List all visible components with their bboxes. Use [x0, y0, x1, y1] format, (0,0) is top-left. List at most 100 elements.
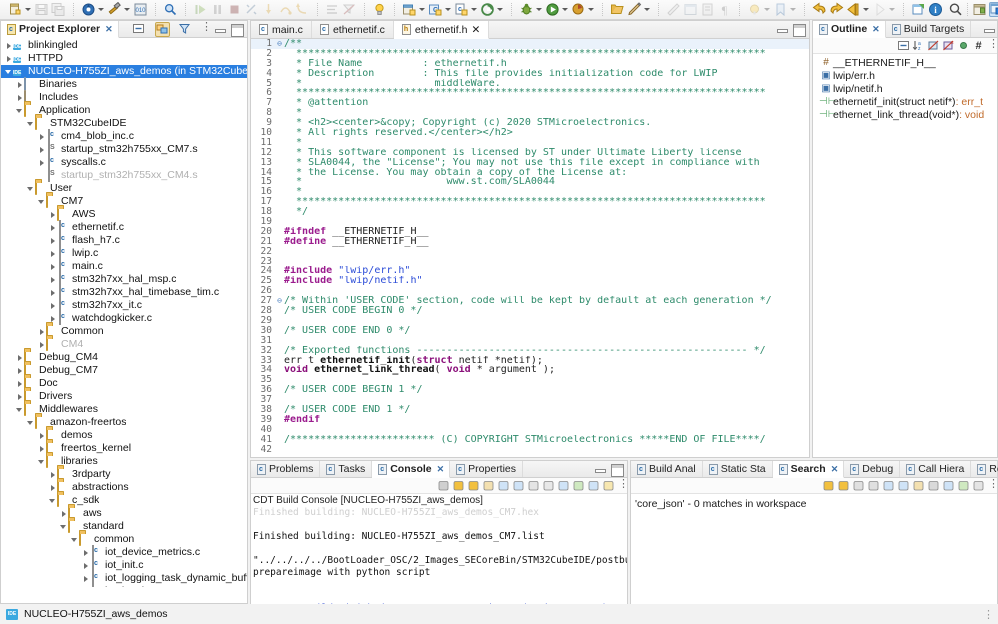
hide-static-icon[interactable]: s	[942, 39, 956, 53]
tree-item[interactable]: iot_logging_task_dynamic_buffers.c	[1, 571, 247, 585]
tab-build-anal[interactable]: Build Anal	[631, 461, 703, 477]
git-icon[interactable]	[480, 2, 495, 17]
tab-problems[interactable]: Problems	[251, 461, 321, 477]
tab-properties[interactable]: Properties	[450, 461, 524, 477]
editor-tab-ethernetif-c[interactable]: ethernetif.c	[312, 21, 394, 38]
outline-item[interactable]: # __ETHERNETIF_H__	[813, 56, 997, 69]
tree-item[interactable]: aws	[1, 506, 247, 520]
profile-icon[interactable]	[571, 2, 586, 17]
close-icon[interactable]: ✕	[872, 24, 879, 35]
outline-list[interactable]: # __ETHERNETIF_H__ ▣ lwip/err.h ▣ lwip/netif.…	[813, 54, 997, 456]
chevron-right-icon[interactable]	[4, 39, 13, 52]
view-menu-icon[interactable]	[987, 37, 998, 53]
collapse-all-icon[interactable]	[897, 479, 911, 493]
open-console-icon[interactable]	[602, 479, 616, 493]
tab-debug[interactable]: Debug	[844, 461, 901, 477]
tree-item[interactable]: Binaries	[1, 77, 247, 91]
outline-item[interactable]: ▣ lwip/err.h	[813, 69, 997, 82]
search-results[interactable]: 'core_json' - 0 matches in workspace	[631, 494, 997, 611]
chevron-down-icon[interactable]	[26, 117, 35, 130]
tree-item[interactable]: IDE HTTPD	[1, 52, 247, 65]
chevron-right-icon[interactable]	[81, 546, 90, 559]
tab-call-hiera[interactable]: Call Hiera	[900, 461, 972, 477]
tab-remote-s[interactable]: Remote S	[971, 461, 998, 477]
tree-item[interactable]: ethernetif.c	[1, 220, 247, 234]
chevron-right-icon[interactable]	[48, 273, 57, 286]
display-console-icon[interactable]	[587, 479, 601, 493]
tree-item[interactable]: Debug_CM4	[1, 350, 247, 364]
info-icon[interactable]: i	[928, 2, 943, 17]
chevron-right-icon[interactable]	[81, 585, 90, 587]
tree-item[interactable]: Drivers	[1, 389, 247, 403]
run-search-icon[interactable]	[912, 479, 926, 493]
remove-console-icon[interactable]	[542, 479, 556, 493]
chevron-right-icon[interactable]	[37, 338, 46, 351]
tree-item[interactable]: lwip.c	[1, 246, 247, 260]
tree-item[interactable]: flash_h7.c	[1, 233, 247, 247]
scroll-lock-icon[interactable]	[482, 479, 496, 493]
tree-item[interactable]: amazon-freertos	[1, 415, 247, 429]
chevron-down-icon[interactable]	[26, 416, 35, 429]
new-c-file-icon[interactable]: c	[454, 2, 469, 17]
chevron-right-icon[interactable]	[37, 325, 46, 338]
chevron-right-icon[interactable]	[37, 429, 46, 442]
wrap-icon[interactable]	[527, 479, 541, 493]
tree-item[interactable]: stm32h7xx_hal_timebase_tim.c	[1, 285, 247, 299]
tab-build-targets[interactable]: Build Targets	[886, 21, 972, 37]
chevron-right-icon[interactable]	[48, 286, 57, 299]
link-with-editor-icon[interactable]	[155, 21, 170, 37]
hammer-icon[interactable]	[107, 2, 122, 17]
chevron-right-icon[interactable]	[15, 351, 24, 364]
minimize-button[interactable]	[776, 24, 788, 35]
console-output[interactable]: CDT Build Console [NUCLEO-H755ZI_aws_dem…	[251, 494, 627, 611]
view-menu-icon[interactable]	[200, 20, 212, 36]
chevron-right-icon[interactable]	[15, 377, 24, 390]
hide-fields-icon[interactable]	[927, 39, 941, 53]
hide-macros-icon[interactable]: #	[972, 39, 986, 53]
perspective-cdt-icon[interactable]	[989, 2, 998, 17]
tree-item[interactable]: iot_device_metrics.c	[1, 545, 247, 559]
chevron-right-icon[interactable]	[81, 559, 90, 572]
perspective-open-icon[interactable]	[972, 2, 987, 17]
new-window-icon[interactable]	[911, 2, 926, 17]
view-menu-icon[interactable]	[617, 477, 629, 493]
chevron-down-icon[interactable]	[418, 2, 425, 17]
chevron-down-icon[interactable]	[561, 2, 568, 17]
maximize-button[interactable]	[793, 24, 806, 37]
code-area[interactable]: 1 ⊖/** 2 *********************************…	[251, 39, 809, 457]
chevron-right-icon[interactable]	[48, 208, 57, 221]
pin-search-icon[interactable]	[957, 479, 971, 493]
resize-grip-icon[interactable]: ⋮	[983, 608, 994, 621]
pin-console-icon[interactable]	[512, 479, 526, 493]
collapse-all-icon[interactable]	[132, 22, 147, 37]
chevron-down-icon[interactable]	[26, 182, 35, 195]
tab-console[interactable]: Console ✕	[372, 461, 451, 478]
chevron-right-icon[interactable]	[15, 78, 24, 91]
chevron-right-icon[interactable]	[15, 364, 24, 377]
remove-match-icon[interactable]	[852, 479, 866, 493]
editor-tab-main-c[interactable]: main.c	[251, 21, 312, 38]
minimize-button[interactable]	[983, 24, 996, 35]
sort-icon[interactable]: az	[912, 39, 926, 53]
chevron-down-icon[interactable]	[470, 2, 477, 17]
chevron-right-icon[interactable]	[48, 247, 57, 260]
tree-item[interactable]: standard	[1, 519, 247, 533]
chevron-down-icon[interactable]	[4, 65, 13, 78]
chevron-down-icon[interactable]	[444, 2, 451, 17]
tree-item[interactable]: demos	[1, 428, 247, 442]
outline-item[interactable]: ⊣⊢ ethernet_link_thread(void*) : void	[813, 108, 997, 121]
chevron-right-icon[interactable]	[48, 221, 57, 234]
remove-all-matches-icon[interactable]	[867, 479, 881, 493]
tree-item[interactable]: AWS	[1, 207, 247, 221]
new-c-project-icon[interactable]	[402, 2, 417, 17]
tree-item[interactable]: Debug_CM7	[1, 363, 247, 377]
chevron-right-icon[interactable]	[48, 260, 57, 273]
cancel-search-icon[interactable]	[927, 479, 941, 493]
view-menu-icon[interactable]	[987, 477, 998, 493]
next-match-icon[interactable]	[822, 479, 836, 493]
build-icon[interactable]	[81, 2, 96, 17]
fold-toggle-icon[interactable]: ⊖	[275, 296, 284, 306]
chevron-down-icon[interactable]	[70, 533, 79, 546]
previous-icon[interactable]	[846, 2, 861, 17]
tree-item[interactable]: User	[1, 181, 247, 195]
